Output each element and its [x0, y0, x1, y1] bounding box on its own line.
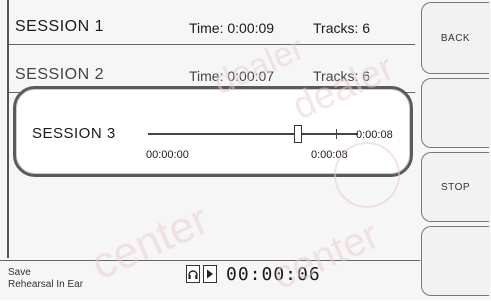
session-name: SESSION 2	[15, 66, 104, 83]
status-footer: Save Rehearsal In Ear 00:00:06	[0, 260, 420, 301]
playback-slider-track[interactable]	[148, 133, 358, 135]
playback-slider-thumb[interactable]	[293, 125, 302, 143]
session-time: Time: 0:00:07	[189, 68, 275, 84]
recording-clock: 00:00:06	[226, 264, 321, 285]
session-name: SESSION 1	[15, 18, 104, 35]
session-time: Time: 0:00:09	[189, 20, 275, 36]
status-icons	[186, 265, 217, 283]
back-button[interactable]: BACK	[421, 2, 489, 74]
session-row[interactable]: SESSION 1 Time: 0:00:09 Tracks: 6	[9, 0, 415, 45]
playback-start-time: 00:00:00	[146, 149, 189, 161]
footer-line-1: Save	[8, 267, 31, 278]
session-tracks: Tracks: 6	[313, 68, 371, 84]
stop-button-label: STOP	[440, 181, 471, 193]
empty-softkey-button[interactable]	[421, 78, 489, 148]
playback-session-name: SESSION 3	[32, 125, 116, 142]
play-icon	[203, 265, 217, 283]
stop-button[interactable]: STOP	[421, 152, 489, 222]
headphone-icon	[186, 265, 200, 283]
mixer-screen: SESSION 1 Time: 0:00:09 Tracks: 6 SESSIO…	[0, 0, 491, 300]
playback-total-time: 0:00:08	[356, 129, 393, 141]
back-button-label: BACK	[440, 32, 471, 44]
empty-softkey-button[interactable]	[421, 226, 489, 296]
playback-overlay: SESSION 3 0:00:08 00:00:00 0:00:08	[13, 86, 413, 177]
footer-line-2: Rehearsal In Ear	[8, 279, 84, 290]
session-tracks: Tracks: 6	[313, 20, 371, 36]
playback-current-time: 0:00:08	[311, 149, 348, 161]
